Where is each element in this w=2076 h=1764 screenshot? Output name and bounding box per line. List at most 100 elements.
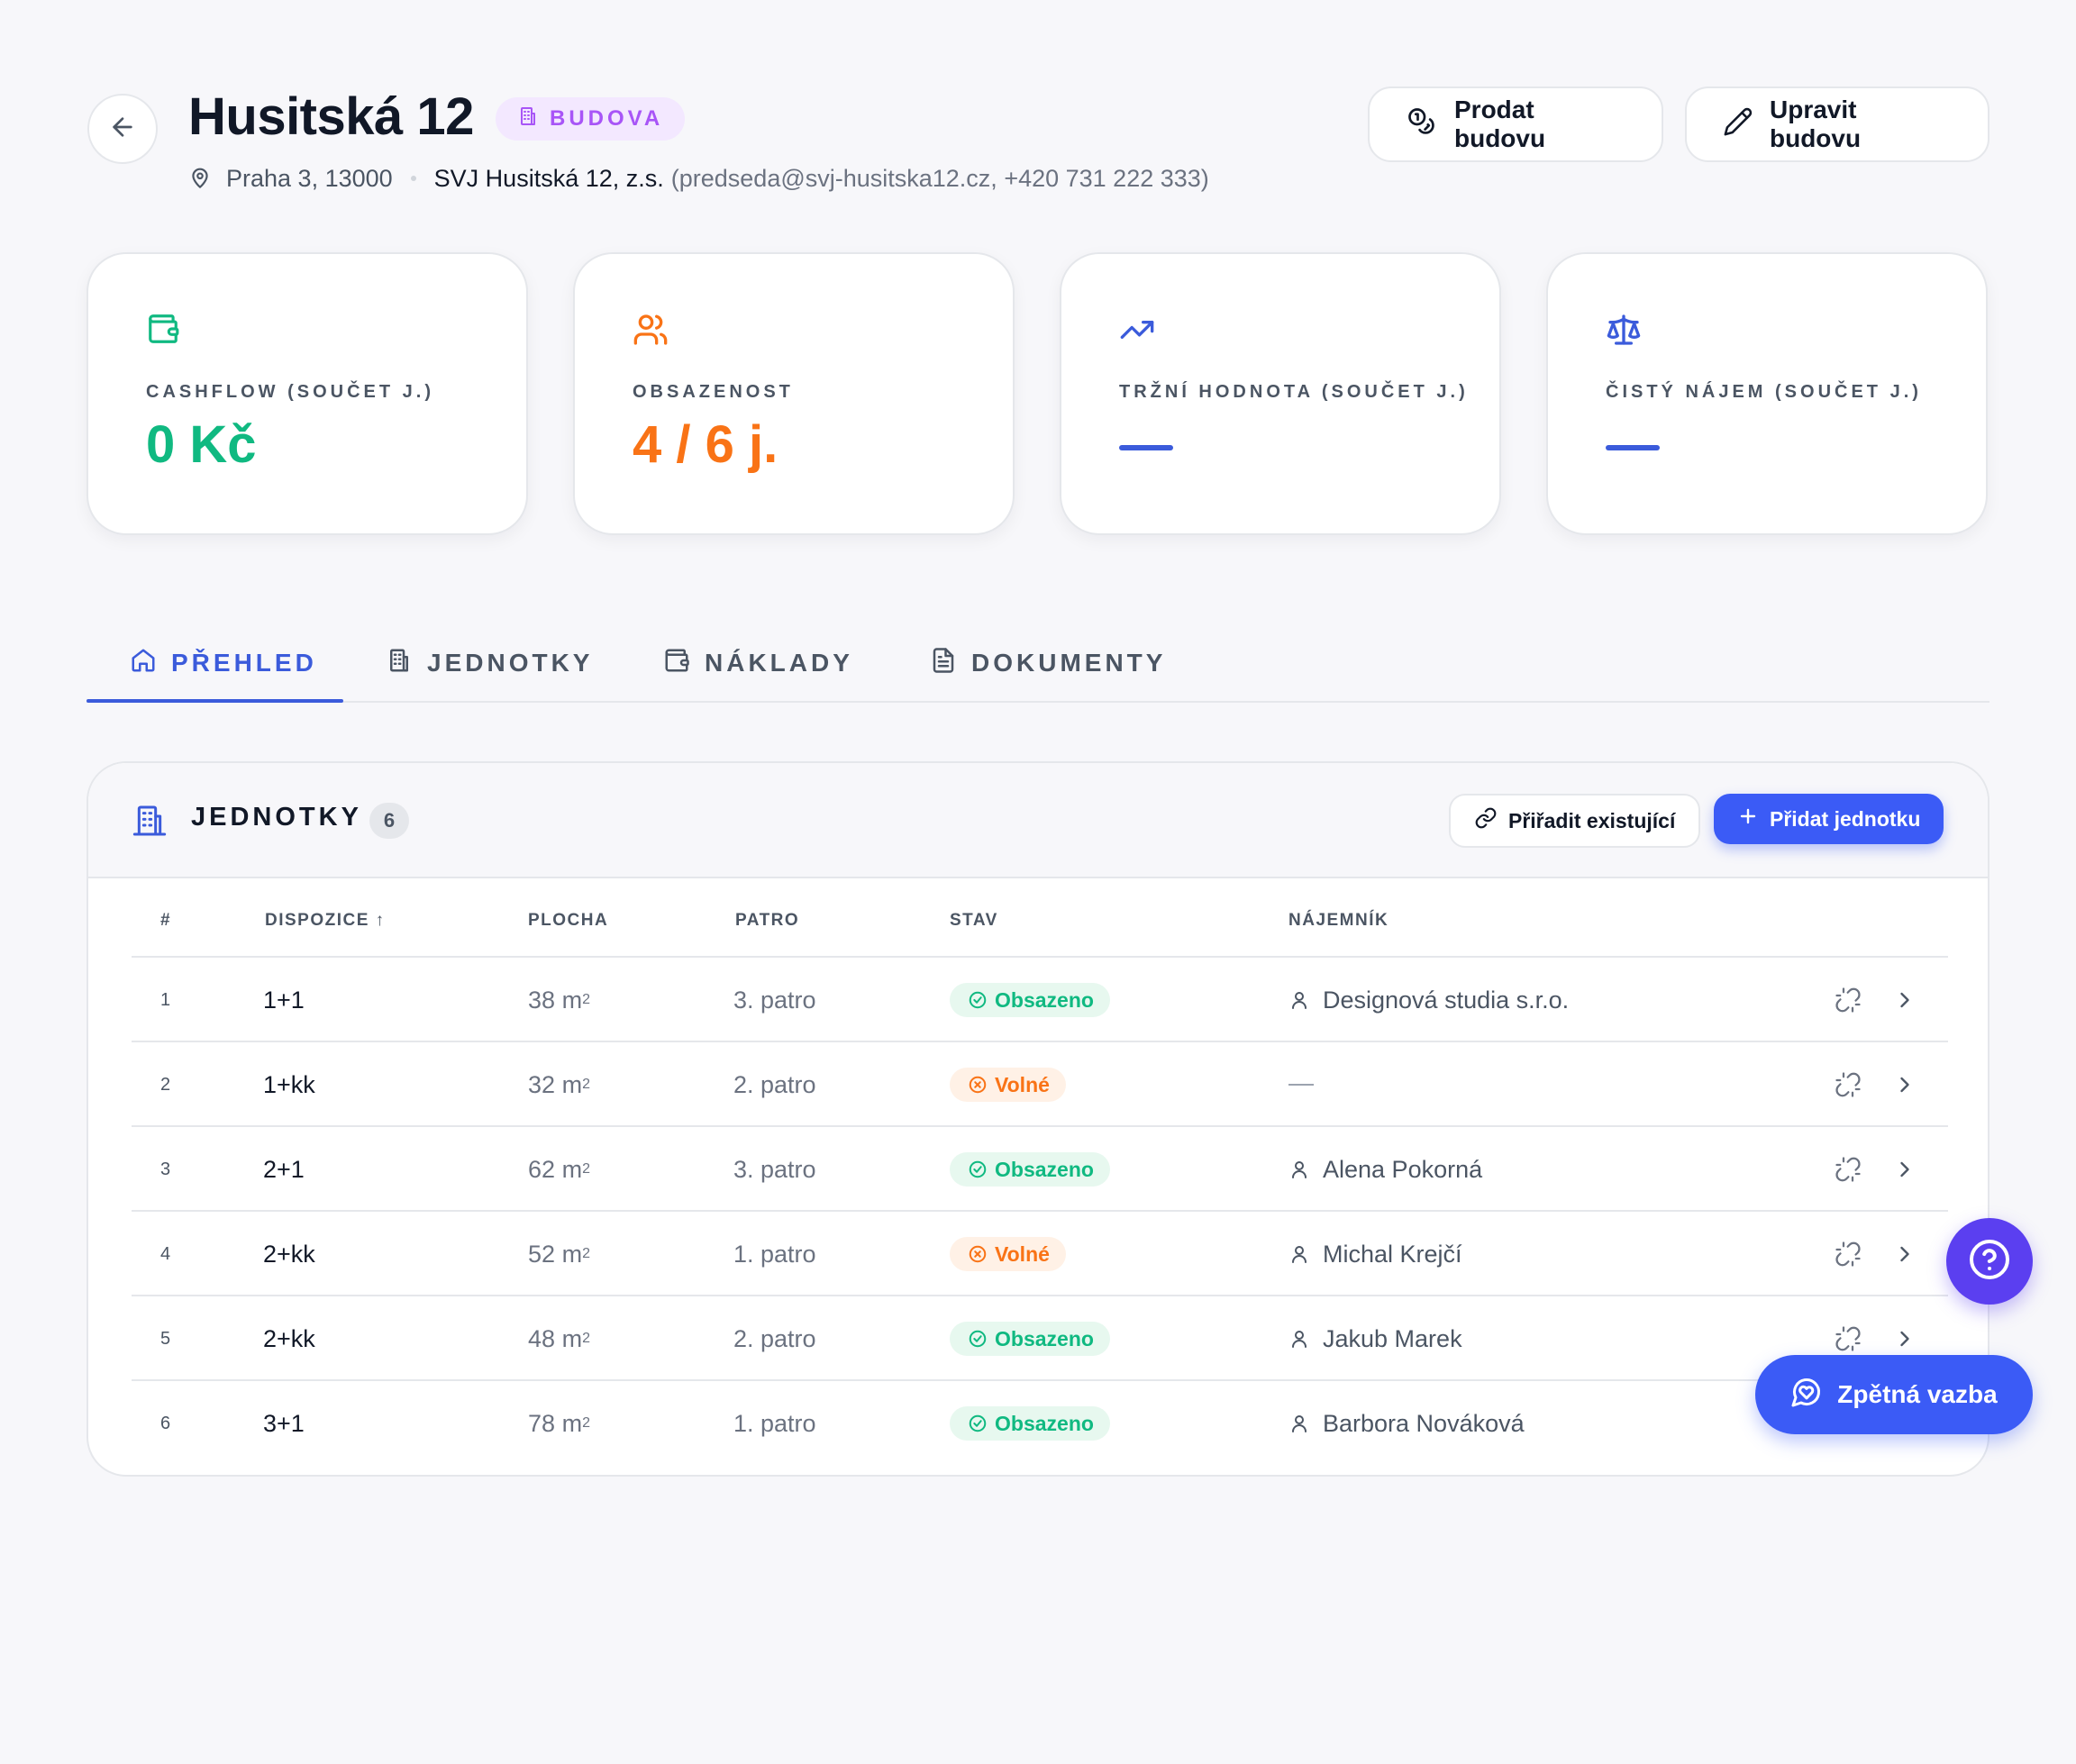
column-header-disposition[interactable]: DISPOZICE ↑ bbox=[265, 911, 386, 931]
unit-disposition: 2+kk bbox=[263, 1240, 315, 1268]
unit-area-value: 48 bbox=[528, 1324, 556, 1352]
unit-floor: 1. patro bbox=[733, 1409, 816, 1437]
unit-floor: 3. patro bbox=[733, 986, 816, 1014]
back-button[interactable] bbox=[87, 94, 158, 164]
kpi-empty-dash bbox=[1119, 445, 1173, 450]
chevron-right-icon[interactable] bbox=[1892, 1157, 1917, 1182]
unlink-icon[interactable] bbox=[1835, 1325, 1862, 1352]
unit-disposition: 3+1 bbox=[263, 1409, 305, 1437]
row-actions bbox=[1835, 1042, 1917, 1127]
unlink-icon[interactable] bbox=[1835, 1241, 1862, 1268]
building-subline: Praha 3, 13000 SVJ Husitská 12, z.s. (pr… bbox=[188, 162, 1209, 195]
user-icon bbox=[1288, 1328, 1310, 1350]
tab-overview[interactable]: PŘEHLED bbox=[130, 623, 317, 703]
unit-area-unit: m bbox=[561, 1240, 583, 1268]
tenant-name[interactable]: Jakub Marek bbox=[1323, 1325, 1462, 1353]
unit-area-value: 78 bbox=[528, 1409, 556, 1437]
tenant-name[interactable]: Alena Pokorná bbox=[1323, 1156, 1482, 1184]
unit-tenant bbox=[1288, 1042, 1314, 1127]
unit-number: 5 bbox=[160, 1328, 171, 1349]
sell-building-label: Prodat budovu bbox=[1454, 95, 1546, 152]
kpi-card-market-value: TRŽNÍ HODNOTA (SOUČET J.) bbox=[1060, 252, 1501, 535]
unit-status-cell: Obsazeno bbox=[950, 1381, 1110, 1466]
document-icon bbox=[930, 647, 957, 680]
scale-icon bbox=[1606, 312, 1642, 352]
trending-up-icon bbox=[1119, 312, 1155, 352]
kpi-label: OBSAZENOST bbox=[633, 382, 794, 402]
kpi-empty-dash bbox=[1606, 445, 1660, 450]
tab-costs[interactable]: NÁKLADY bbox=[663, 623, 853, 703]
unlink-icon[interactable] bbox=[1835, 1156, 1862, 1183]
table-row[interactable]: 3 2+1 62 m 2 3. patro Obsazeno Alena Pokorná bbox=[132, 1127, 1948, 1212]
unit-area: 78 m2 bbox=[528, 1409, 590, 1437]
unit-number: 4 bbox=[160, 1243, 171, 1264]
status-badge: Obsazeno bbox=[950, 1406, 1110, 1441]
status-badge: Obsazeno bbox=[950, 983, 1110, 1017]
coins-icon bbox=[1406, 105, 1438, 144]
chevron-right-icon[interactable] bbox=[1892, 1241, 1917, 1267]
assign-existing-button[interactable]: Přiřadit existující bbox=[1449, 794, 1701, 848]
tab-bar: PŘEHLED JEDNOTKY NÁKLADY DOKUMENTY bbox=[86, 623, 1990, 703]
status-label: Volné bbox=[995, 1241, 1050, 1266]
add-unit-button[interactable]: Přidat jednotku bbox=[1714, 794, 1944, 844]
sell-building-button[interactable]: Prodat budovu bbox=[1368, 86, 1663, 162]
status-label: Obsazeno bbox=[995, 1411, 1094, 1435]
table-row[interactable]: 6 3+1 78 m 2 1. patro Obsazeno Barbora Novákov… bbox=[132, 1381, 1948, 1466]
help-circle-icon bbox=[1968, 1238, 2011, 1286]
kpi-label: TRŽNÍ HODNOTA (SOUČET J.) bbox=[1119, 382, 1469, 402]
unit-tenant: Alena Pokorná bbox=[1288, 1127, 1482, 1212]
tab-documents[interactable]: DOKUMENTY bbox=[930, 623, 1166, 703]
unit-number: 2 bbox=[160, 1074, 171, 1095]
column-header-floor[interactable]: PATRO bbox=[735, 911, 799, 931]
check-circle-icon bbox=[968, 990, 988, 1010]
tenant-name[interactable]: Designová studia s.r.o. bbox=[1323, 987, 1569, 1014]
status-badge: Volné bbox=[950, 1068, 1066, 1102]
chevron-right-icon[interactable] bbox=[1892, 1326, 1917, 1351]
user-icon bbox=[1288, 1413, 1310, 1434]
table-row[interactable]: 2 1+kk 32 m 2 2. patro Volné bbox=[132, 1042, 1948, 1127]
unit-number: 3 bbox=[160, 1159, 171, 1179]
table-row[interactable]: 4 2+kk 52 m 2 1. patro Volné Michal Krejčí bbox=[132, 1212, 1948, 1296]
unit-floor: 2. patro bbox=[733, 1324, 816, 1352]
building-type-badge: BUDOVA bbox=[496, 97, 686, 141]
row-actions bbox=[1835, 1212, 1917, 1296]
help-button[interactable] bbox=[1946, 1218, 2033, 1305]
tab-units[interactable]: JEDNOTKY bbox=[386, 623, 593, 703]
assign-existing-label: Přiřadit existující bbox=[1508, 808, 1676, 832]
tenant-name[interactable]: Michal Krejčí bbox=[1323, 1241, 1462, 1268]
column-header-status[interactable]: STAV bbox=[950, 911, 998, 931]
row-actions bbox=[1835, 958, 1917, 1042]
chevron-right-icon[interactable] bbox=[1892, 1072, 1917, 1097]
svj-contact: (predseda@svj-husitska12.cz, +420 731 22… bbox=[670, 164, 1209, 192]
tab-label: DOKUMENTY bbox=[971, 649, 1167, 677]
column-header-area[interactable]: PLOCHA bbox=[528, 911, 608, 931]
feedback-button[interactable]: Zpětná vazba bbox=[1755, 1355, 2033, 1434]
table-row[interactable]: 5 2+kk 48 m 2 2. patro Obsazeno Jakub Marek bbox=[132, 1296, 1948, 1381]
arrow-left-icon bbox=[108, 113, 137, 146]
edit-building-button[interactable]: Upravit budovu bbox=[1685, 86, 1990, 162]
status-badge: Volné bbox=[950, 1237, 1066, 1271]
status-label: Obsazeno bbox=[995, 1326, 1094, 1350]
active-tab-indicator bbox=[86, 699, 343, 703]
table-row[interactable]: 1 1+1 38 m 2 3. patro Obsazeno Designová studi… bbox=[132, 958, 1948, 1042]
wallet-icon bbox=[663, 647, 690, 680]
row-actions bbox=[1835, 1127, 1917, 1212]
tenant-name[interactable]: Barbora Nováková bbox=[1323, 1410, 1525, 1438]
chevron-right-icon[interactable] bbox=[1892, 987, 1917, 1013]
unit-tenant: Jakub Marek bbox=[1288, 1296, 1462, 1381]
building-type-label: BUDOVA bbox=[550, 106, 664, 131]
unit-area-unit: m bbox=[561, 1324, 583, 1352]
unit-area-value: 52 bbox=[528, 1240, 556, 1268]
column-header-tenant[interactable]: NÁJEMNÍK bbox=[1288, 911, 1389, 931]
kpi-label: ČISTÝ NÁJEM (SOUČET J.) bbox=[1606, 382, 1922, 402]
users-icon bbox=[633, 312, 669, 352]
unit-floor: 2. patro bbox=[733, 1070, 816, 1098]
unit-area: 62 m2 bbox=[528, 1155, 590, 1183]
unlink-icon[interactable] bbox=[1835, 1071, 1862, 1098]
separator-dot bbox=[410, 176, 416, 181]
user-icon bbox=[1288, 1243, 1310, 1265]
feedback-label: Zpětná vazba bbox=[1837, 1380, 1998, 1408]
unit-area: 52 m2 bbox=[528, 1240, 590, 1268]
units-panel-header: JEDNOTKY 6 Přiřadit existující Přidat je… bbox=[88, 763, 1988, 878]
unlink-icon[interactable] bbox=[1835, 987, 1862, 1014]
